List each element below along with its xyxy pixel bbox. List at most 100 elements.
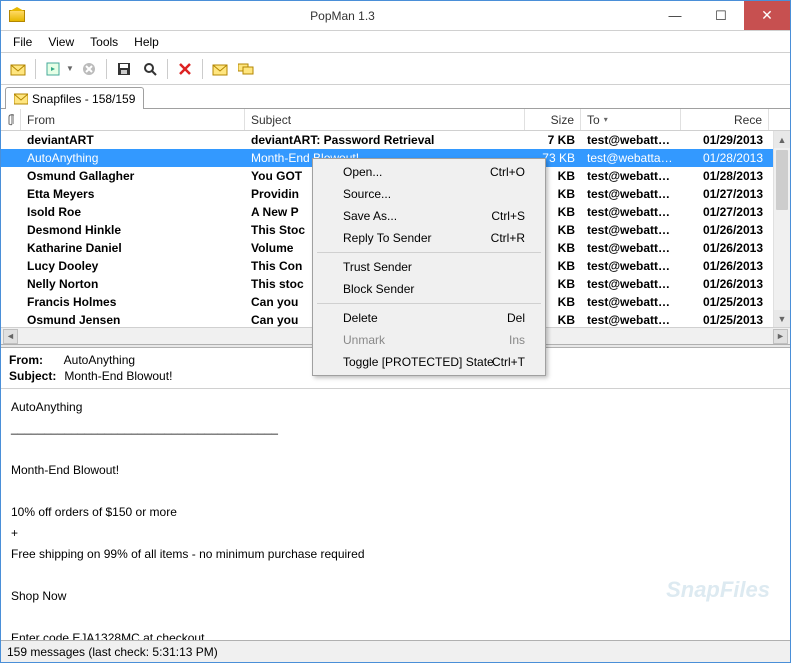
- menu-item[interactable]: Toggle [PROTECTED] StateCtrl+T: [315, 351, 543, 373]
- menubar: File View Tools Help: [1, 31, 790, 53]
- delete-icon[interactable]: [174, 58, 196, 80]
- refresh-dropdown[interactable]: ▼: [66, 64, 74, 73]
- cell-to: test@webattac...: [581, 133, 681, 147]
- cell-from: Osmund Jensen: [21, 313, 245, 327]
- cell-to: test@webattac...: [581, 277, 681, 291]
- col-received[interactable]: Rece: [681, 109, 769, 130]
- menu-view[interactable]: View: [40, 33, 82, 51]
- menu-separator: [317, 303, 541, 304]
- cell-to: test@webattac...: [581, 241, 681, 255]
- menu-label: Reply To Sender: [343, 231, 432, 245]
- col-attachment[interactable]: [1, 109, 21, 130]
- menu-shortcut: Ctrl+O: [490, 165, 525, 179]
- scroll-up-icon[interactable]: ▲: [774, 131, 790, 148]
- mail-icon: [14, 93, 28, 105]
- context-menu[interactable]: Open... Ctrl+O Source... Save As... Ctrl+S Re…: [312, 158, 546, 376]
- scroll-left-icon[interactable]: ◄: [3, 329, 18, 344]
- table-row[interactable]: deviantARTdeviantART: Password Retrieval…: [1, 131, 790, 149]
- cell-from: Nelly Norton: [21, 277, 245, 291]
- cell-from: Desmond Hinkle: [21, 223, 245, 237]
- maximize-button[interactable]: ☐: [698, 1, 744, 30]
- menu-shortcut: Ctrl+T: [492, 355, 525, 369]
- cell-from: Francis Holmes: [21, 295, 245, 309]
- cell-to: test@webattac...: [581, 313, 681, 327]
- separator: [167, 59, 168, 79]
- from-label: From:: [9, 352, 61, 368]
- menu-item[interactable]: Open... Ctrl+O: [315, 161, 543, 183]
- cell-from: Etta Meyers: [21, 187, 245, 201]
- new-mail-icon[interactable]: [209, 58, 231, 80]
- tab-row: Snapfiles - 158/159: [1, 85, 790, 109]
- window-title: PopMan 1.3: [33, 9, 652, 23]
- cell-from: AutoAnything: [21, 151, 245, 165]
- cell-from: Lucy Dooley: [21, 259, 245, 273]
- refresh-icon[interactable]: [42, 58, 64, 80]
- cell-to: test@webattac...: [581, 223, 681, 237]
- menu-shortcut: Ctrl+S: [491, 209, 525, 223]
- separator: [202, 59, 203, 79]
- accounts-icon[interactable]: [235, 58, 257, 80]
- scroll-thumb[interactable]: [776, 150, 788, 210]
- menu-tools[interactable]: Tools: [82, 33, 126, 51]
- cell-received: 01/27/2013: [681, 187, 769, 201]
- preview-body[interactable]: AutoAnything ___________________________…: [1, 389, 790, 640]
- app-icon: [9, 10, 25, 22]
- titlebar[interactable]: PopMan 1.3 — ☐ ✕: [1, 1, 790, 31]
- col-to[interactable]: To: [581, 109, 681, 130]
- menu-label: Trust Sender: [343, 260, 412, 274]
- menu-label: Delete: [343, 311, 378, 325]
- col-size[interactable]: Size: [525, 109, 581, 130]
- menu-shortcut: Ctrl+R: [491, 231, 525, 245]
- scroll-down-icon[interactable]: ▼: [774, 310, 790, 327]
- window-buttons: — ☐ ✕: [652, 1, 790, 30]
- menu-help[interactable]: Help: [126, 33, 167, 51]
- cell-received: 01/26/2013: [681, 241, 769, 255]
- cell-to: test@webattac...: [581, 169, 681, 183]
- check-mail-icon[interactable]: [7, 58, 29, 80]
- menu-item[interactable]: Save As... Ctrl+S: [315, 205, 543, 227]
- list-header: From Subject Size To Rece: [1, 109, 790, 131]
- col-from[interactable]: From: [21, 109, 245, 130]
- save-icon[interactable]: [113, 58, 135, 80]
- col-subject[interactable]: Subject: [245, 109, 525, 130]
- menu-item[interactable]: Trust Sender: [315, 256, 543, 278]
- cell-received: 01/29/2013: [681, 133, 769, 147]
- menu-file[interactable]: File: [5, 33, 40, 51]
- cell-received: 01/28/2013: [681, 169, 769, 183]
- cell-size: 7 KB: [525, 133, 581, 147]
- cell-to: test@webattac...: [581, 295, 681, 309]
- cell-received: 01/26/2013: [681, 259, 769, 273]
- menu-label: Save As...: [343, 209, 397, 223]
- menu-item[interactable]: Delete Del: [315, 307, 543, 329]
- menu-label: Source...: [343, 187, 391, 201]
- preview-subject: Month-End Blowout!: [64, 369, 172, 383]
- cell-to: test@webattac...: [581, 187, 681, 201]
- tab-account[interactable]: Snapfiles - 158/159: [5, 87, 144, 109]
- search-icon[interactable]: [139, 58, 161, 80]
- stop-icon[interactable]: [78, 58, 100, 80]
- menu-item[interactable]: Source...: [315, 183, 543, 205]
- cell-from: Osmund Gallagher: [21, 169, 245, 183]
- cell-received: 01/25/2013: [681, 313, 769, 327]
- cell-subject: deviantART: Password Retrieval: [245, 133, 525, 147]
- menu-shortcut: Ins: [509, 333, 525, 347]
- menu-item[interactable]: Reply To Sender Ctrl+R: [315, 227, 543, 249]
- close-button[interactable]: ✕: [744, 1, 790, 30]
- menu-item[interactable]: Block Sender: [315, 278, 543, 300]
- cell-to: test@webattac...: [581, 259, 681, 273]
- vertical-scrollbar[interactable]: ▲ ▼: [773, 131, 790, 327]
- cell-received: 01/27/2013: [681, 205, 769, 219]
- minimize-button[interactable]: —: [652, 1, 698, 30]
- subject-label: Subject:: [9, 368, 61, 384]
- toolbar: ▼: [1, 53, 790, 85]
- preview-from: AutoAnything: [64, 353, 135, 367]
- separator: [35, 59, 36, 79]
- scroll-right-icon[interactable]: ►: [773, 329, 788, 344]
- cell-to: test@webattac...: [581, 205, 681, 219]
- menu-label: Block Sender: [343, 282, 414, 296]
- menu-label: Open...: [343, 165, 382, 179]
- watermark: SnapFiles: [666, 580, 770, 600]
- menu-shortcut: Del: [507, 311, 525, 325]
- cell-to: test@webattack....: [581, 151, 681, 165]
- separator: [106, 59, 107, 79]
